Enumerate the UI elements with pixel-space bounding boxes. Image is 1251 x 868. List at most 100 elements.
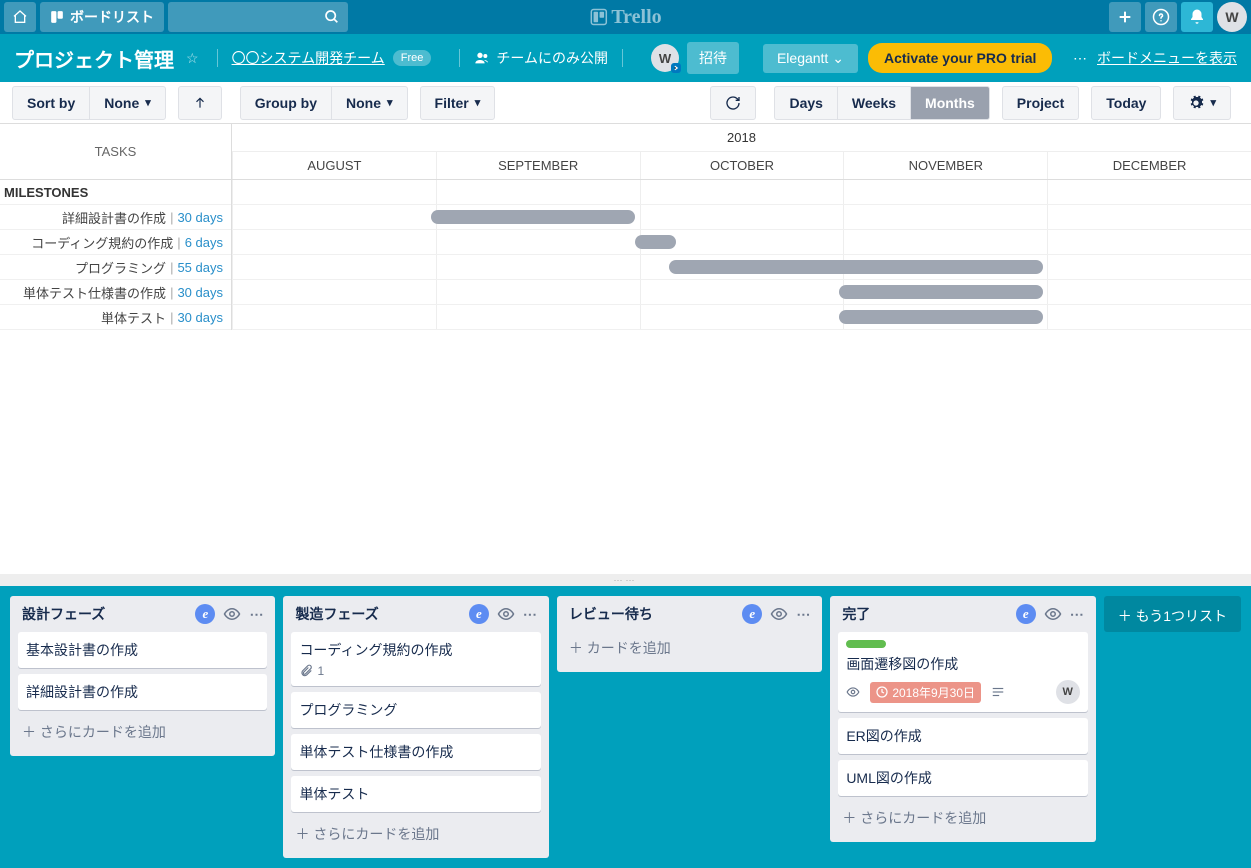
- gantt-bar[interactable]: [839, 285, 1043, 299]
- elegantt-icon[interactable]: e: [195, 604, 215, 624]
- trello-logo[interactable]: Trello: [589, 6, 661, 29]
- search-input[interactable]: [168, 2, 348, 32]
- view-days-button[interactable]: Days: [774, 86, 837, 120]
- due-date-badge: 2018年9月30日: [870, 682, 981, 703]
- view-project-button[interactable]: Project: [1002, 86, 1079, 120]
- list-menu-icon[interactable]: ⋯: [796, 606, 810, 623]
- team-link[interactable]: 〇〇システム開発チーム: [232, 48, 385, 68]
- list-title[interactable]: 製造フェーズ: [295, 604, 468, 624]
- gantt-bar[interactable]: [635, 235, 676, 249]
- group-value-button[interactable]: None▾: [331, 86, 408, 120]
- card[interactable]: 画面遷移図の作成2018年9月30日W: [838, 632, 1087, 712]
- free-badge: Free: [393, 50, 432, 66]
- month-header: OCTOBER: [640, 152, 844, 179]
- create-button[interactable]: [1109, 2, 1141, 32]
- gantt-chart: TASKS 2018 AUGUSTSEPTEMBEROCTOBERNOVEMBE…: [0, 124, 1251, 574]
- pro-trial-button[interactable]: Activate your PRO trial: [868, 43, 1053, 73]
- boards-button[interactable]: ボードリスト: [40, 2, 164, 32]
- add-card-button[interactable]: ＋ カードを追加: [565, 632, 814, 664]
- task-row[interactable]: 単体テスト仕様書の作成|30 days: [0, 280, 231, 305]
- notifications-button[interactable]: [1181, 2, 1213, 32]
- visibility-label: チームにのみ公開: [496, 48, 608, 68]
- star-button[interactable]: ☆: [186, 50, 199, 67]
- elegantt-icon[interactable]: e: [1016, 604, 1036, 624]
- card-title: プログラミング: [299, 700, 532, 720]
- user-avatar[interactable]: W: [1217, 2, 1247, 32]
- list: 製造フェーズe ⋯ コーディング規約の作成1 プログラミング単体テスト仕様書の作成単体…: [283, 596, 548, 858]
- list-title[interactable]: 設計フェーズ: [22, 604, 195, 624]
- month-header: DECEMBER: [1047, 152, 1251, 179]
- watch-icon[interactable]: [497, 605, 515, 623]
- sort-by-button[interactable]: Sort by: [12, 86, 90, 120]
- add-card-button[interactable]: ＋ さらにカードを追加: [291, 818, 540, 850]
- bell-icon: [1188, 8, 1206, 26]
- card-label: [846, 640, 886, 648]
- gantt-bar[interactable]: [839, 310, 1043, 324]
- add-card-button[interactable]: ＋ さらにカードを追加: [838, 802, 1087, 834]
- member-avatar[interactable]: W: [651, 44, 679, 72]
- today-button[interactable]: Today: [1091, 86, 1161, 120]
- card[interactable]: プログラミング: [291, 692, 540, 728]
- info-button[interactable]: [1145, 2, 1177, 32]
- sort-value-button[interactable]: None▾: [89, 86, 166, 120]
- card[interactable]: 詳細設計書の作成: [18, 674, 267, 710]
- board-menu-button[interactable]: ⋯ボードメニューを表示: [1073, 48, 1237, 68]
- chevron-down-icon: ▾: [475, 96, 481, 109]
- card-member-avatar[interactable]: W: [1056, 680, 1080, 704]
- list-title[interactable]: 完了: [842, 604, 1015, 624]
- add-list-button[interactable]: ＋ もう1つリスト: [1104, 596, 1241, 632]
- watch-icon[interactable]: [1044, 605, 1062, 623]
- sort-direction-button[interactable]: [178, 86, 222, 120]
- card[interactable]: コーディング規約の作成1: [291, 632, 540, 686]
- admin-indicator: [671, 63, 681, 73]
- watch-icon[interactable]: [770, 605, 788, 623]
- list-menu-icon[interactable]: ⋯: [249, 606, 263, 623]
- card-title: 詳細設計書の作成: [26, 682, 259, 702]
- task-row[interactable]: 詳細設計書の作成|30 days: [0, 205, 231, 230]
- arrow-up-icon: [193, 96, 207, 110]
- list: 設計フェーズe ⋯ 基本設計書の作成詳細設計書の作成 ＋ さらにカードを追加: [10, 596, 275, 756]
- task-name: 単体テスト仕様書の作成: [23, 283, 166, 302]
- refresh-button[interactable]: [710, 86, 756, 120]
- elegantt-icon[interactable]: e: [469, 604, 489, 624]
- add-card-button[interactable]: ＋ さらにカードを追加: [18, 716, 267, 748]
- task-row[interactable]: コーディング規約の作成|6 days: [0, 230, 231, 255]
- card[interactable]: 基本設計書の作成: [18, 632, 267, 668]
- watch-icon[interactable]: [223, 605, 241, 623]
- resize-handle[interactable]: ⋯⋯: [0, 574, 1251, 586]
- card[interactable]: ER図の作成: [838, 718, 1087, 754]
- lists-area: 設計フェーズe⋯基本設計書の作成詳細設計書の作成＋ さらにカードを追加製造フェー…: [0, 586, 1251, 868]
- card[interactable]: UML図の作成: [838, 760, 1087, 796]
- board-title[interactable]: プロジェクト管理: [14, 44, 174, 73]
- month-header: NOVEMBER: [843, 152, 1047, 179]
- filter-button[interactable]: Filter▾: [420, 86, 496, 120]
- home-button[interactable]: [4, 2, 36, 32]
- divider: [459, 49, 460, 67]
- gantt-bar[interactable]: [431, 210, 635, 224]
- settings-button[interactable]: ▾: [1173, 86, 1231, 120]
- card[interactable]: 単体テスト: [291, 776, 540, 812]
- task-row[interactable]: 単体テスト|30 days: [0, 305, 231, 330]
- month-header: AUGUST: [232, 152, 436, 179]
- elegantt-icon[interactable]: e: [742, 604, 762, 624]
- visibility-button[interactable]: チームにのみ公開: [474, 48, 608, 68]
- attachment-icon: [299, 664, 313, 678]
- elegantt-button[interactable]: Elegantt ⌄: [763, 44, 858, 73]
- board-bar: プロジェクト管理 ☆ 〇〇システム開発チーム Free チームにのみ公開 W 招…: [0, 34, 1251, 82]
- gantt-bar[interactable]: [669, 260, 1043, 274]
- list-title[interactable]: レビュー待ち: [569, 604, 742, 624]
- description-icon: [991, 685, 1005, 699]
- chevron-down-icon: ▾: [1210, 96, 1216, 109]
- list-menu-icon[interactable]: ⋯: [1070, 606, 1084, 623]
- task-duration: 6 days: [185, 235, 223, 250]
- view-months-button[interactable]: Months: [910, 86, 990, 120]
- gear-icon: [1188, 95, 1204, 111]
- invite-button[interactable]: 招待: [687, 42, 739, 74]
- group-by-button[interactable]: Group by: [240, 86, 332, 120]
- chart-row: [232, 180, 1251, 205]
- task-row[interactable]: プログラミング|55 days: [0, 255, 231, 280]
- card[interactable]: 単体テスト仕様書の作成: [291, 734, 540, 770]
- view-weeks-button[interactable]: Weeks: [837, 86, 911, 120]
- list-menu-icon[interactable]: ⋯: [523, 606, 537, 623]
- chevron-down-icon: ▾: [387, 96, 393, 109]
